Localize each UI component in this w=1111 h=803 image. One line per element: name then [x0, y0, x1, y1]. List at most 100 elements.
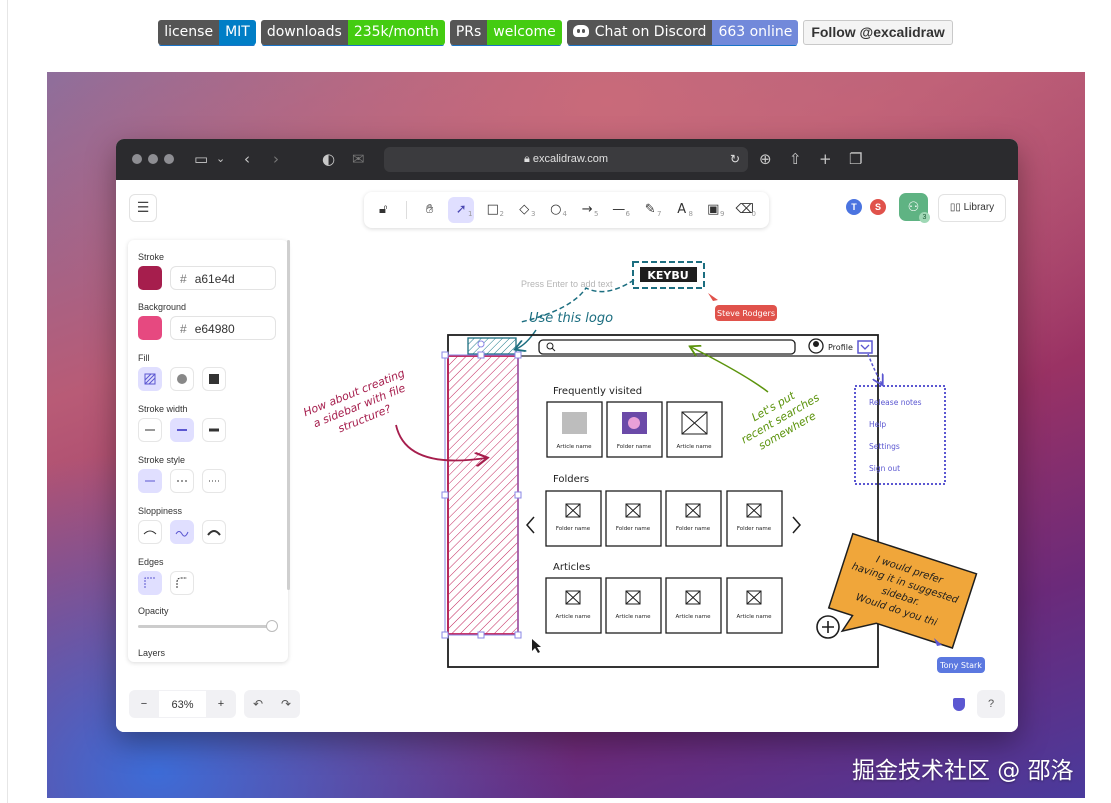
stroke-hex-input[interactable]: # a61e4d — [170, 266, 276, 290]
opacity-slider-handle[interactable] — [266, 620, 278, 632]
reload-icon[interactable]: ↻ — [730, 147, 740, 172]
fill-cross-hatch-option[interactable] — [170, 367, 194, 391]
window-zoom-dot[interactable] — [164, 154, 174, 164]
pencil-icon[interactable]: ✎ 7 — [637, 197, 664, 223]
help-button[interactable]: ? — [977, 690, 1005, 718]
window-close-dot[interactable] — [132, 154, 142, 164]
sloppiness-architect-option[interactable] — [138, 520, 162, 544]
undo-icon[interactable]: ↶ — [244, 690, 272, 718]
stroke-width-extra-bold-option[interactable] — [202, 418, 226, 442]
lock-icon[interactable]: 🔓︎ — [370, 197, 397, 223]
background-color-swatch[interactable] — [138, 316, 162, 340]
stroke-color-swatch[interactable] — [138, 266, 162, 290]
svg-text:Article name: Article name — [556, 614, 592, 620]
sidebar-placeholder — [447, 355, 519, 635]
shape-toolbar: 🔓︎ ✋︎ ➚ 1 □ 2 ◇ 3 ○ 4 → 5 —6 ✎ 7 A8 ▣ 9 ⌫ 0 — [364, 192, 769, 228]
zoom-controls: − 63% + — [129, 690, 236, 718]
window-minimize-dot[interactable] — [148, 154, 158, 164]
stroke-width-bold-option[interactable] — [170, 418, 194, 442]
reader-icon[interactable]: ✉ — [352, 150, 365, 168]
main-menu-button[interactable]: ☰ — [129, 194, 157, 222]
redo-icon[interactable]: ↷ — [272, 690, 300, 718]
excalidraw-canvas[interactable]: ☰ 🔓︎ ✋︎ ➚ 1 □ 2 ◇ 3 ○ 4 → 5 —6 ✎ 7 A8 ▣ 9 ⌫ 0 Pr… — [116, 180, 1018, 732]
svg-text:Article name: Article name — [557, 444, 593, 450]
diamond-icon[interactable]: ◇ 3 — [511, 197, 538, 223]
hand-icon[interactable]: ✋︎ — [416, 197, 443, 223]
follow-twitter-badge[interactable]: Follow @excalidraw — [803, 20, 953, 45]
text-icon[interactable]: A8 — [668, 197, 695, 223]
sloppiness-cartoonist-option[interactable] — [202, 520, 226, 544]
back-icon[interactable]: ‹ — [244, 150, 250, 168]
list-item — [665, 490, 722, 547]
tab-overview-icon[interactable]: ❐ — [849, 150, 862, 168]
recent-note-arrow — [691, 347, 769, 393]
svg-text:Folder name: Folder name — [617, 444, 652, 450]
dropdown-item: Help — [869, 420, 886, 429]
chevron-down-icon[interactable]: ⌄ — [216, 150, 225, 168]
arrow-icon[interactable]: → 5 — [574, 197, 601, 223]
avatar[interactable]: S — [870, 199, 886, 215]
list-item — [545, 577, 602, 634]
fill-solid-option[interactable] — [202, 367, 226, 391]
privacy-shield-icon[interactable]: ◐ — [322, 150, 335, 168]
sticky-note: I would prefer having it in suggested si… — [827, 532, 978, 649]
stroke-solid-option[interactable] — [138, 469, 162, 493]
svg-text:sidebar.: sidebar. — [880, 586, 921, 609]
panel-scrollbar[interactable] — [287, 240, 290, 590]
encryption-shield-icon[interactable] — [953, 698, 965, 711]
edges-round-option[interactable] — [170, 571, 194, 595]
folder-thumbnail — [622, 412, 647, 434]
sloppiness-artist-option[interactable] — [170, 520, 194, 544]
eraser-icon[interactable]: ⌫ 0 — [731, 197, 758, 223]
list-item — [606, 401, 663, 458]
avatar[interactable]: T — [846, 199, 862, 215]
zoom-level[interactable]: 63% — [159, 690, 206, 718]
address-bar[interactable]: 🔒︎ excalidraw.com ↻ — [384, 147, 748, 172]
rectangle-icon[interactable]: □ 2 — [479, 197, 506, 223]
svg-text:Folder name: Folder name — [556, 526, 591, 532]
edges-sharp-option[interactable] — [138, 571, 162, 595]
tony-tag — [937, 657, 985, 673]
discord-badge[interactable]: Chat on Discord 663 online — [566, 20, 799, 45]
zoom-in-button[interactable]: + — [206, 690, 236, 718]
image-icon[interactable]: ▣ 9 — [700, 197, 727, 223]
dropdown-arrow — [867, 353, 882, 384]
svg-text:a sidebar with file: a sidebar with file — [311, 381, 407, 430]
list-item — [546, 401, 603, 458]
lock-icon: 🔒︎ — [523, 153, 533, 165]
help-icon: ? — [987, 698, 995, 710]
zoom-out-button[interactable]: − — [129, 690, 159, 718]
line-icon[interactable]: —6 — [605, 197, 632, 223]
background-hex-input[interactable]: # e64980 — [170, 316, 276, 340]
folders-heading: Folders — [553, 474, 589, 485]
downloads-icon[interactable]: ⊕ — [759, 150, 772, 168]
fill-hachure-option[interactable] — [138, 367, 162, 391]
toolbar-hint: Press Enter to add text — [521, 279, 613, 289]
sidebar-toggle-icon[interactable]: ▭ — [194, 150, 208, 168]
selection-arrow-icon[interactable]: ➚ 1 — [447, 197, 475, 223]
resize-handle — [514, 351, 522, 359]
logo-placeholder — [467, 337, 517, 355]
library-label: Library — [963, 202, 995, 213]
stroke-width-label: Stroke width — [138, 404, 188, 414]
opacity-slider[interactable] — [138, 625, 274, 628]
library-button[interactable]: ▯▯ Library — [938, 194, 1006, 222]
badge-label: PRs — [449, 20, 488, 45]
forward-icon[interactable]: › — [273, 150, 279, 168]
badge-label: license — [158, 20, 220, 45]
prs-badge[interactable]: PRs welcome — [449, 20, 562, 45]
chevron-right-icon — [792, 516, 801, 534]
book-icon: ▯▯ — [949, 202, 964, 213]
stroke-dashed-option[interactable] — [170, 469, 194, 493]
license-badge[interactable]: license MIT — [158, 20, 256, 45]
stroke-width-thin-option[interactable] — [138, 418, 162, 442]
resize-handle — [441, 351, 449, 359]
new-tab-icon[interactable]: + — [819, 150, 832, 168]
ellipse-icon[interactable]: ○ 4 — [542, 197, 569, 223]
share-icon[interactable]: ⇧ — [789, 150, 802, 168]
resize-handle — [441, 491, 449, 499]
list-item — [605, 490, 662, 547]
downloads-badge[interactable]: downloads 235k/month — [260, 20, 445, 45]
svg-text:Folder name: Folder name — [676, 526, 711, 532]
stroke-dotted-option[interactable] — [202, 469, 226, 493]
